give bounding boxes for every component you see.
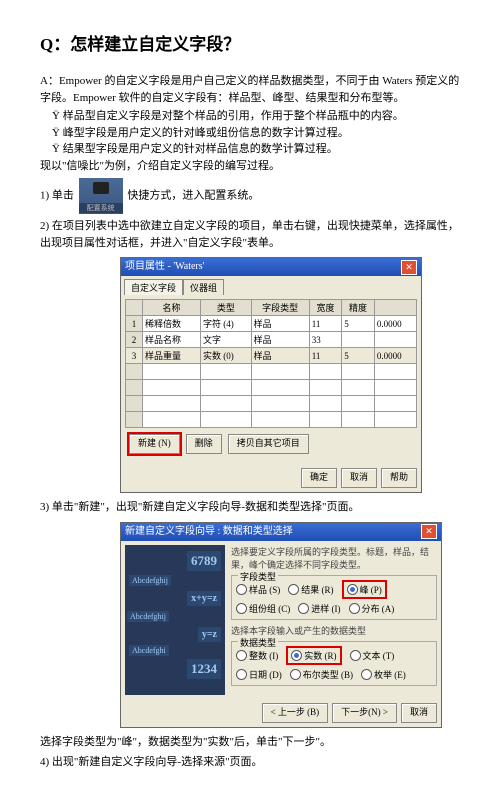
- wizard-titlebar: 新建自定义字段向导 : 数据和类型选择 ✕: [121, 523, 441, 541]
- table-row[interactable]: 2 样品名称 文字 样品 33: [126, 332, 417, 348]
- step-3: 3) 单击"新建"，出现"新建自定义字段向导-数据和类型选择"页面。: [40, 499, 464, 516]
- copy-button[interactable]: 拷贝自其它项目: [228, 434, 309, 454]
- col-fieldtype: 字段类型: [251, 300, 309, 316]
- col-type: 类型: [201, 300, 252, 316]
- col-precision: 精度: [342, 300, 375, 316]
- wizard-sidebar-graphic: 6789 Abcdefghij x+y=z Abcdefghij y=z Abc…: [125, 545, 225, 695]
- col-name: 名称: [143, 300, 201, 316]
- table-header-row: 名称 类型 字段类型 宽度 精度: [126, 300, 417, 316]
- custom-fields-table: 名称 类型 字段类型 宽度 精度 1 稀释倍数 字符 (4) 样品 11 5 0…: [125, 299, 417, 428]
- delete-button[interactable]: 删除: [186, 434, 222, 454]
- wizard-title: 新建自定义字段向导 : 数据和类型选择: [125, 523, 293, 541]
- radio-bool[interactable]: 布尔类型 (B): [290, 668, 353, 681]
- close-icon[interactable]: ✕: [401, 260, 417, 275]
- bullet-peak: Ÿ 峰型字段是用户定义的针对峰或组份信息的数字计算过程。: [40, 125, 464, 142]
- step-4-pre: 选择字段类型为"峰"，数据类型为"实数"后，单击"下一步"。: [40, 734, 464, 751]
- tab-custom-fields[interactable]: 自定义字段: [124, 279, 183, 295]
- step-2: 2) 在项目列表中选中欲建立自定义字段的项目，单击右键，出现快捷菜单，选择属性，…: [40, 218, 464, 251]
- radio-sample[interactable]: 样品 (S): [236, 583, 280, 596]
- help-button[interactable]: 帮助: [381, 468, 417, 488]
- page-title: Q：怎样建立自定义字段？: [40, 30, 464, 55]
- radio-compgroup[interactable]: 组份组 (C): [236, 602, 290, 615]
- radio-peak[interactable]: 峰 (P): [342, 580, 387, 599]
- radio-injection[interactable]: 进样 (I): [298, 602, 340, 615]
- radio-result[interactable]: 结果 (R): [288, 583, 333, 596]
- table-row[interactable]: 3 样品重量 实数 (0) 样品 11 5 0.0000: [126, 348, 417, 364]
- config-system-shortcut-icon: 配置系统: [79, 178, 123, 214]
- radio-enum[interactable]: 枚举 (E): [361, 668, 406, 681]
- project-properties-dialog: 项目属性 - 'Waters' ✕ 自定义字段 仪器组 名称 类型 字段类型 宽…: [120, 257, 422, 493]
- ok-button[interactable]: 确定: [301, 468, 337, 488]
- group-field-type: 字段类型: [238, 570, 278, 583]
- table-row[interactable]: 1 稀释倍数 字符 (4) 样品 11 5 0.0000: [126, 316, 417, 332]
- close-icon[interactable]: ✕: [421, 524, 437, 539]
- wizard-desc: 选择要定义字段所属的字段类型。标题，样品，结果，峰个确定选择不同字段类型。: [231, 545, 437, 571]
- intro-para: A：Empower 的自定义字段是用户自己定义的样品数据类型，不同于由 Wate…: [40, 73, 464, 106]
- table-row[interactable]: [126, 412, 417, 428]
- radio-real[interactable]: 实数 (R): [286, 646, 341, 665]
- col-width: 宽度: [309, 300, 342, 316]
- group-data-type: 数据类型: [238, 636, 278, 649]
- cancel-button[interactable]: 取消: [341, 468, 377, 488]
- radio-int[interactable]: 整数 (I): [236, 649, 278, 662]
- table-row[interactable]: [126, 364, 417, 380]
- bullet-sample: Ÿ 样品型自定义字段是对整个样品的引用，作用于整个样品瓶中的内容。: [40, 108, 464, 125]
- step-1: 1) 单击 配置系统 快捷方式，进入配置系统。: [40, 178, 464, 214]
- radio-text[interactable]: 文本 (T): [350, 649, 395, 662]
- shortcut-label: 配置系统: [79, 203, 123, 213]
- tab-instrument-group[interactable]: 仪器组: [183, 279, 224, 295]
- step1-post: 快捷方式，进入配置系统。: [127, 190, 259, 202]
- dialog-title: 项目属性 - 'Waters': [125, 258, 204, 276]
- bullet-result: Ÿ 结果型字段是用户定义的针对样品信息的数学计算过程。: [40, 141, 464, 158]
- step1-pre: 1) 单击: [40, 190, 74, 202]
- radio-distribution[interactable]: 分布 (A): [349, 602, 395, 615]
- new-button[interactable]: 新建 (N): [129, 434, 180, 454]
- step-4: 4) 出现"新建自定义字段向导-选择来源"页面。: [40, 754, 464, 771]
- table-row[interactable]: [126, 380, 417, 396]
- intro-example: 现以"信噪比"为例，介绍自定义字段的编写过程。: [40, 158, 464, 175]
- radio-date[interactable]: 日期 (D): [236, 668, 282, 681]
- table-row[interactable]: [126, 396, 417, 412]
- new-field-wizard-dialog: 新建自定义字段向导 : 数据和类型选择 ✕ 6789 Abcdefghij x+…: [120, 522, 442, 728]
- dialog-titlebar: 项目属性 - 'Waters' ✕: [121, 258, 421, 276]
